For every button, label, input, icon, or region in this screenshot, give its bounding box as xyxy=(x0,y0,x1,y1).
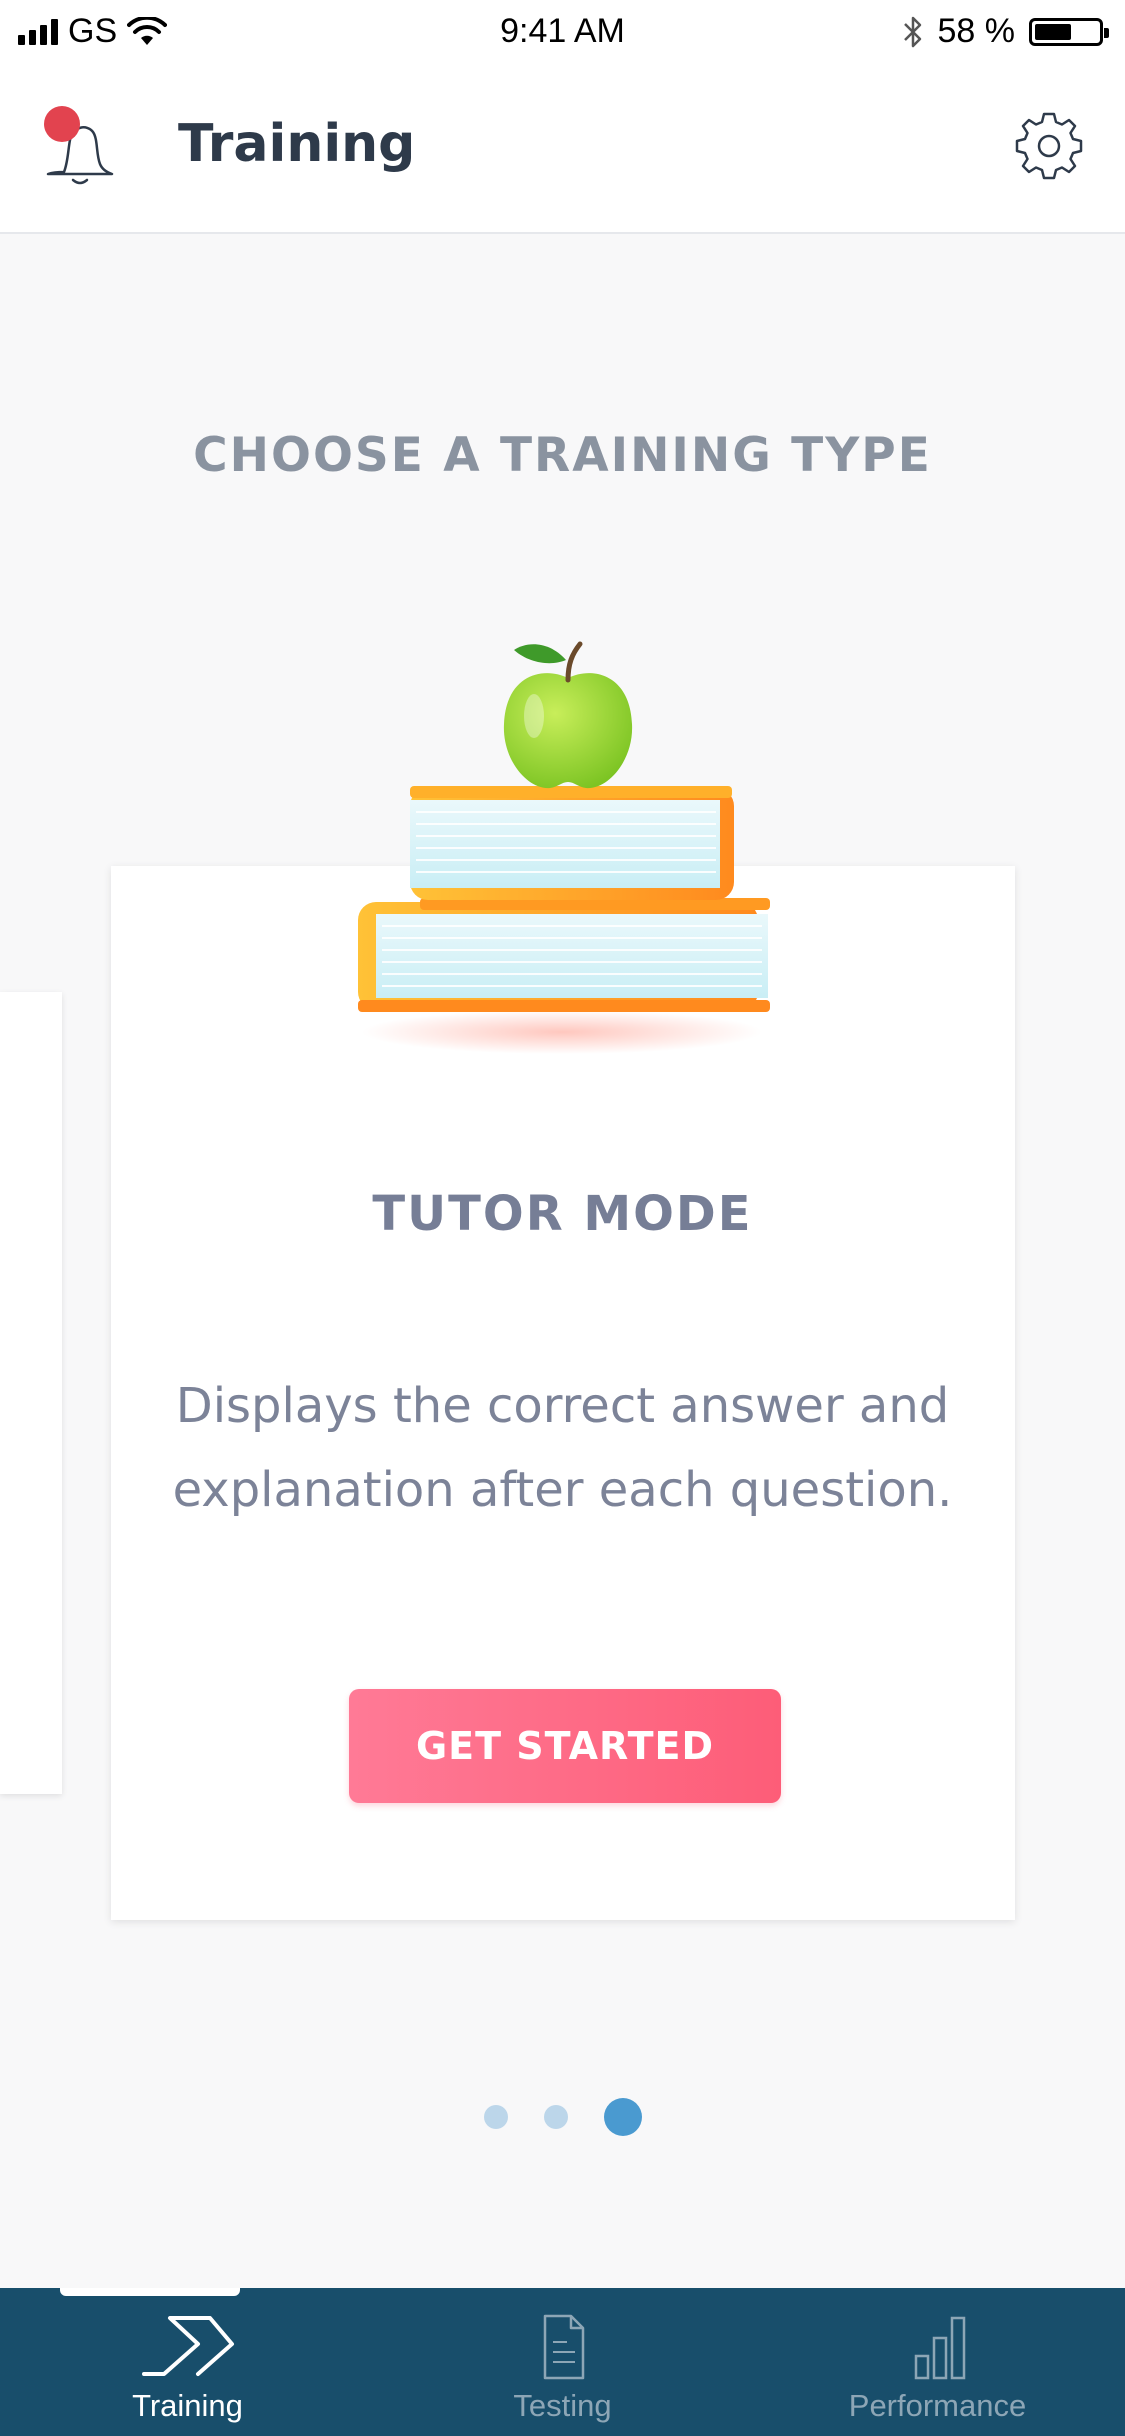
battery-percent: 58 % xyxy=(937,12,1016,50)
tab-bar: Training Testing Performance xyxy=(0,2288,1125,2436)
chevron-icon xyxy=(141,2316,234,2376)
battery-icon xyxy=(1029,17,1109,46)
tab-label: Performance xyxy=(848,2388,1027,2423)
tab-training[interactable]: Training xyxy=(0,2288,375,2436)
books-apple-illustration xyxy=(358,641,770,1054)
status-right: 58 % xyxy=(902,12,1109,51)
card-description: Displays the correct answer and explanat… xyxy=(172,1378,953,1518)
tab-label: Testing xyxy=(513,2388,612,2423)
app-header: Training xyxy=(0,62,1125,234)
get-started-button[interactable]: GET STARTED xyxy=(349,1689,781,1803)
card-title: TUTOR MODE xyxy=(372,1186,753,1242)
notification-dot xyxy=(44,106,80,142)
page-title: Training xyxy=(178,114,416,174)
previous-card-peek[interactable] xyxy=(0,992,62,1794)
bluetooth-icon xyxy=(903,16,921,47)
status-bar: GS 9:41 AM 58 % xyxy=(0,0,1125,62)
pager-dot[interactable] xyxy=(543,2105,568,2129)
notifications-button[interactable] xyxy=(40,106,120,192)
tab-label: Training xyxy=(132,2388,243,2423)
pager-dot-active[interactable] xyxy=(603,2098,642,2136)
tab-performance[interactable]: Performance xyxy=(750,2288,1125,2436)
bar-chart-icon xyxy=(914,2316,965,2380)
active-tab-indicator xyxy=(60,2288,240,2296)
section-title: CHOOSE A TRAINING TYPE xyxy=(193,428,932,483)
gear-icon[interactable] xyxy=(1013,110,1085,182)
pager-dot[interactable] xyxy=(483,2105,508,2129)
document-icon xyxy=(543,2314,584,2380)
pager-dots xyxy=(0,2098,1125,2136)
tab-testing[interactable]: Testing xyxy=(375,2288,750,2436)
